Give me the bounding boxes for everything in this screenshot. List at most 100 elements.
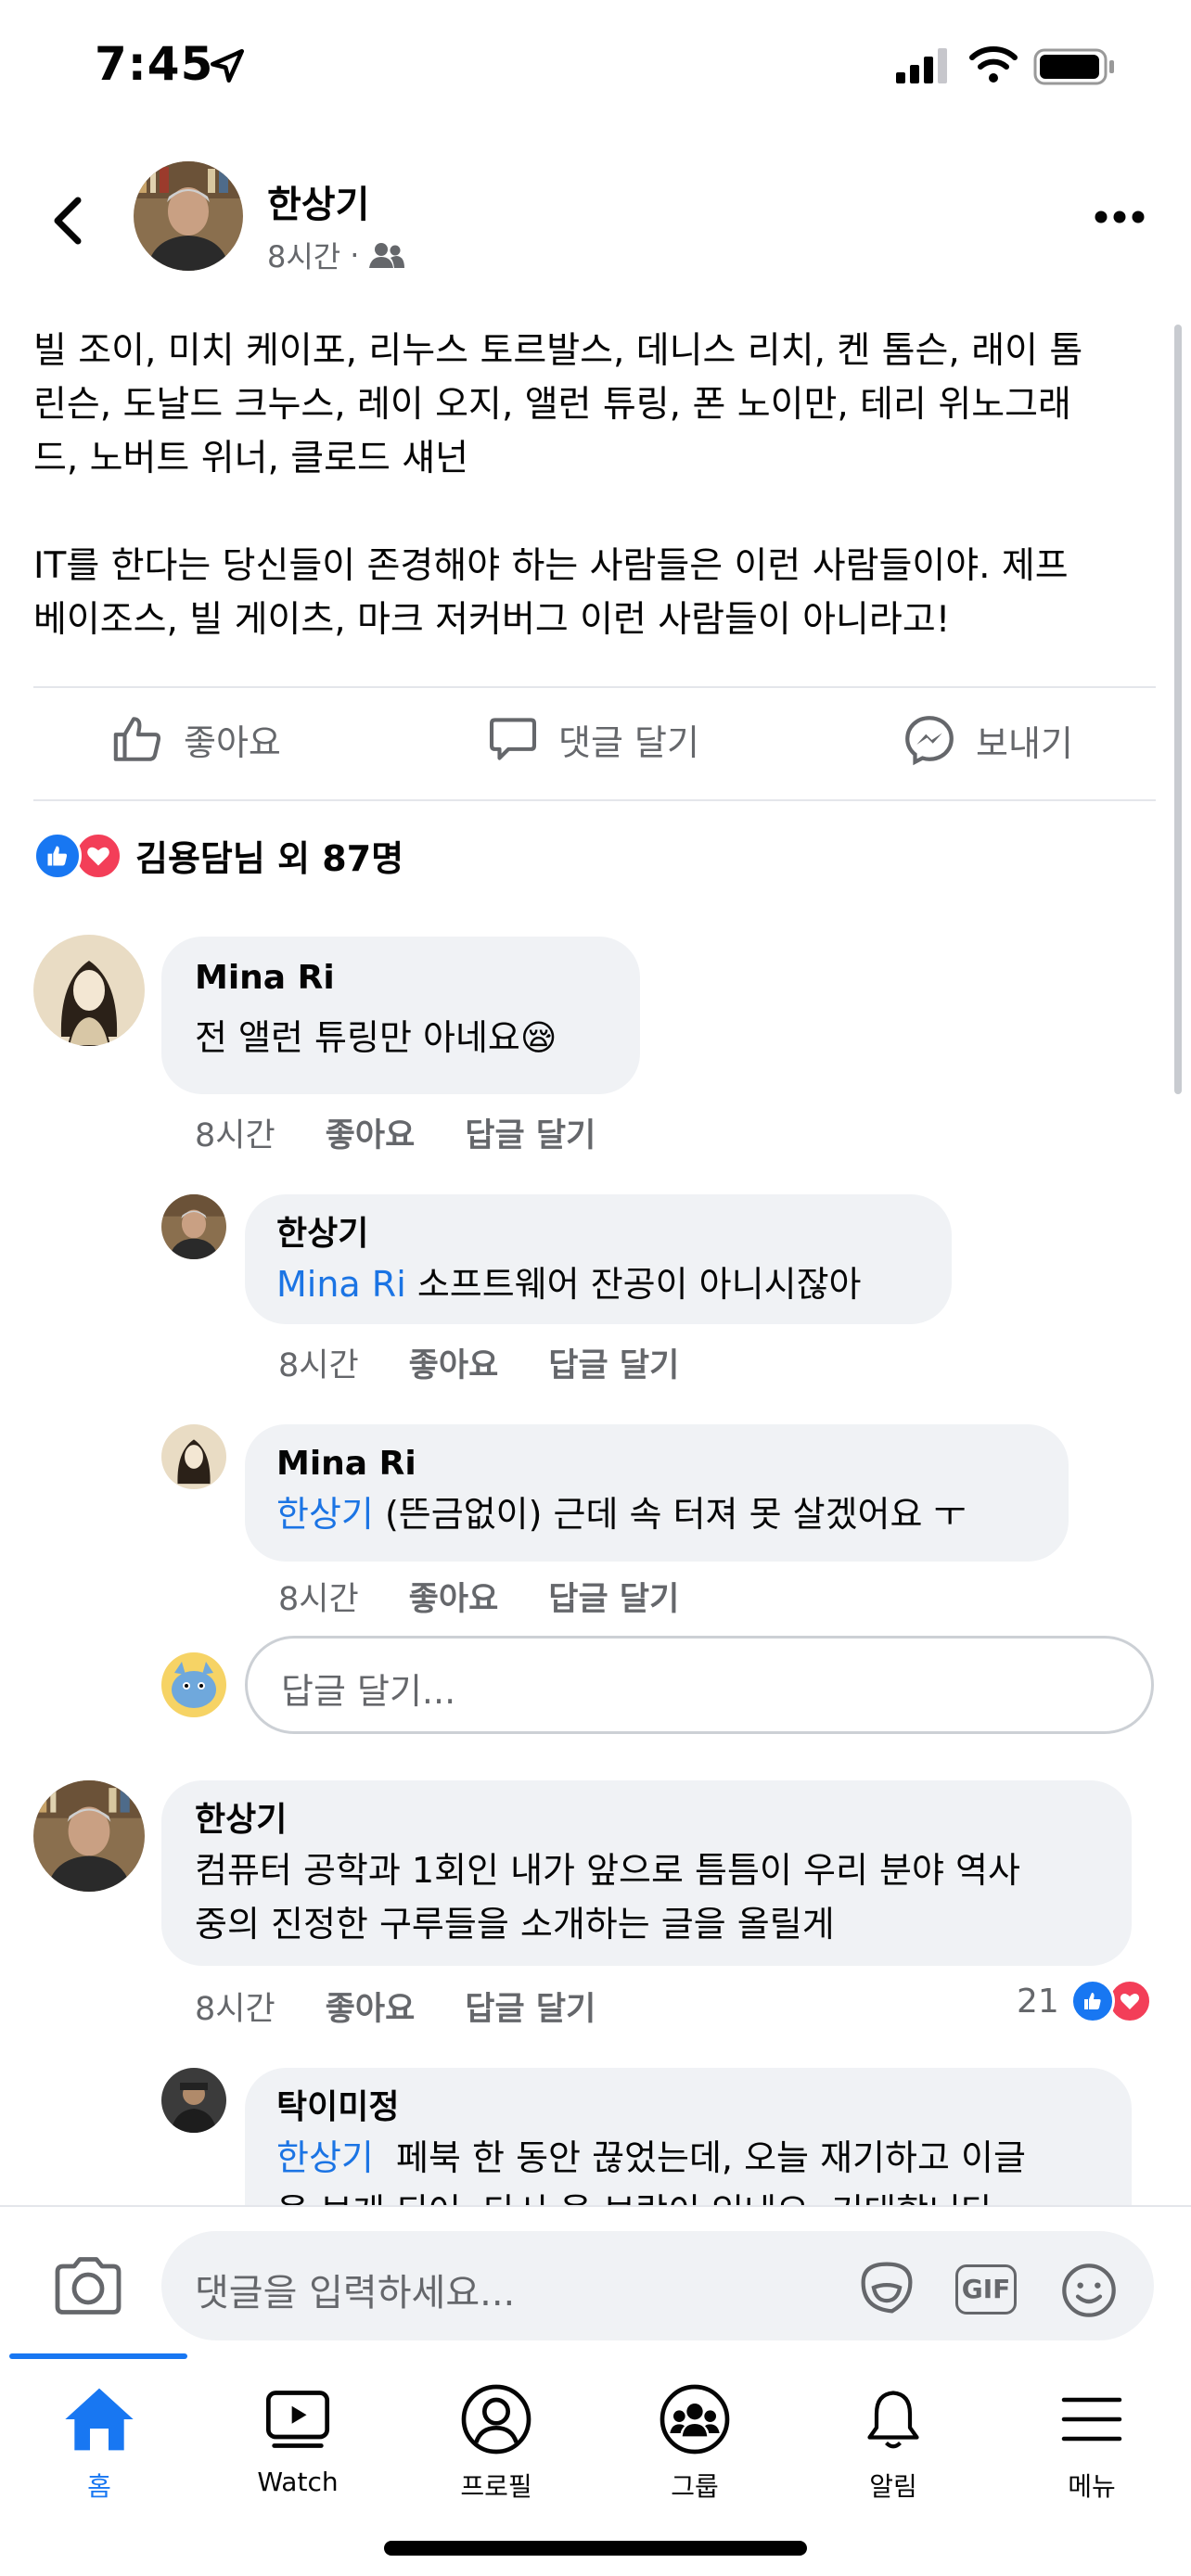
- tab-groups[interactable]: 그룹: [596, 2379, 794, 2504]
- author-name[interactable]: 한상기: [267, 174, 369, 228]
- reply-avatar[interactable]: [161, 1194, 226, 1259]
- sticker-icon[interactable]: [855, 2259, 918, 2316]
- commenter-avatar[interactable]: [33, 935, 145, 1046]
- comment-composer: 댓글을 입력하세요... GIF: [0, 2205, 1191, 2353]
- tab-label: 프로필: [460, 2471, 532, 2502]
- comment-bubble[interactable]: Mina Ri 전 앨런 튜링만 아네요😪: [161, 937, 640, 1094]
- reply-author[interactable]: 탁이미정: [276, 2085, 1100, 2131]
- tab-label: 메뉴: [1068, 2471, 1116, 2502]
- commenter-avatar[interactable]: [33, 1780, 145, 1892]
- scrollbar[interactable]: [1174, 325, 1182, 1094]
- status-bar: 7:45: [0, 0, 1191, 139]
- comment-author[interactable]: 한상기: [195, 1797, 1098, 1843]
- comment-text: 전 앨런 튜링만 아네요😪: [195, 1017, 557, 1058]
- thumbs-up-icon: [113, 717, 161, 761]
- home-indicator: [384, 2541, 807, 2556]
- tab-watch[interactable]: Watch: [198, 2379, 397, 2497]
- reply-time: 8시간: [278, 1347, 359, 1384]
- mention-link[interactable]: 한상기: [276, 2137, 374, 2178]
- like-reaction-icon: [33, 831, 82, 880]
- comment-time: 8시간: [195, 1117, 275, 1154]
- menu-icon: [992, 2379, 1191, 2459]
- battery-icon: [1033, 48, 1114, 85]
- divider: [33, 799, 1156, 801]
- comment-label: 댓글 달기: [558, 721, 699, 763]
- tab-notifications[interactable]: 알림: [794, 2379, 992, 2504]
- comment-input-placeholder: 댓글을 입력하세요...: [195, 2272, 516, 2315]
- active-tab-indicator: [9, 2353, 187, 2359]
- reply-bubble[interactable]: Mina Ri 한상기 (뜬금없이) 근데 속 터져 못 살겠어요 ㅜ: [245, 1424, 1069, 1562]
- location-arrow-icon: [210, 48, 245, 83]
- post-meta: 8시간 ·: [267, 234, 405, 276]
- groups-icon: [596, 2379, 794, 2459]
- post-header: 한상기 8시간 ·: [0, 158, 1191, 278]
- comment-like-button[interactable]: 좋아요: [326, 1983, 416, 2030]
- tab-profile[interactable]: 프로필: [397, 2379, 596, 2504]
- reply-like-button[interactable]: 좋아요: [409, 1573, 499, 1620]
- comment-reply-button[interactable]: 답글 달기: [465, 1109, 596, 1156]
- comment-like-button[interactable]: 좋아요: [326, 1109, 416, 1156]
- mention-link[interactable]: Mina Ri: [276, 1264, 406, 1305]
- like-label: 좋아요: [184, 721, 281, 763]
- comment-button[interactable]: 댓글 달기: [486, 712, 699, 766]
- reply-like-button[interactable]: 좋아요: [409, 1339, 499, 1386]
- reply-body: 소프트웨어 잔공이 아니시잖아: [405, 1264, 862, 1305]
- reply-body: (뜬금없이) 근데 속 터져 못 살겠어요 ㅜ: [373, 1494, 967, 1535]
- tab-label: 홈: [87, 2471, 111, 2502]
- reply-avatar[interactable]: [161, 2068, 226, 2133]
- author-avatar[interactable]: [134, 161, 243, 271]
- reply-meta: 8시간 좋아요 답글 달기: [278, 1339, 679, 1386]
- comment-meta: 8시간 좋아요 답글 달기: [195, 1983, 596, 2030]
- reply-author[interactable]: Mina Ri: [276, 1441, 1037, 1487]
- profile-icon: [397, 2379, 596, 2459]
- paragraph-spacer: [33, 486, 1156, 540]
- reply-input-placeholder: 답글 달기...: [281, 1671, 456, 1712]
- comment-text: 컴퓨터 공학과 1회인 내가 앞으로 틈틈이 우리 분야 역사 중의 진정한 구…: [195, 1850, 1020, 1945]
- like-button[interactable]: 좋아요: [111, 712, 281, 766]
- send-label: 보내기: [976, 722, 1073, 764]
- comment-author[interactable]: Mina Ri: [195, 955, 607, 1001]
- tab-label: 알림: [869, 2471, 917, 2502]
- comment-reaction-count[interactable]: 21: [1017, 1979, 1152, 2023]
- comment-input[interactable]: 댓글을 입력하세요... GIF: [161, 2231, 1154, 2340]
- comment-time: 8시간: [195, 1991, 275, 2028]
- reply-time: 8시간: [278, 1581, 359, 1618]
- comment-reply-button[interactable]: 답글 달기: [465, 1983, 596, 2030]
- friends-audience-icon[interactable]: [368, 241, 405, 269]
- post-text-paragraph-2: IT를 한다는 당신들이 존경해야 하는 사람들은 이런 사람들이야. 제프 베…: [33, 545, 1069, 641]
- send-button[interactable]: 보내기: [902, 712, 1073, 768]
- tab-label: Watch: [257, 2467, 339, 2497]
- back-arrow-icon[interactable]: [45, 193, 91, 249]
- tab-menu[interactable]: 메뉴: [992, 2379, 1191, 2504]
- my-avatar: [161, 1652, 226, 1717]
- reply-text: Mina Ri 소프트웨어 잔공이 아니시잖아: [276, 1257, 920, 1311]
- status-time: 7:45: [95, 37, 214, 91]
- reply-avatar[interactable]: [161, 1424, 226, 1489]
- comment-meta: 8시간 좋아요 답글 달기: [195, 1109, 596, 1156]
- mention-link[interactable]: 한상기: [276, 1494, 374, 1535]
- watch-icon: [198, 2379, 397, 2459]
- emoji-icon[interactable]: [1059, 2261, 1119, 2320]
- comment-bubble-icon: [489, 718, 537, 760]
- home-icon: [0, 2379, 198, 2459]
- reply-author[interactable]: 한상기: [276, 1211, 920, 1257]
- reply-reply-button[interactable]: 답글 달기: [548, 1339, 679, 1386]
- reply-meta: 8시간 좋아요 답글 달기: [278, 1573, 679, 1620]
- tab-home[interactable]: 홈: [0, 2379, 198, 2504]
- camera-icon[interactable]: [52, 2255, 124, 2316]
- reply-bubble[interactable]: 한상기 Mina Ri 소프트웨어 잔공이 아니시잖아: [245, 1194, 952, 1324]
- reply-reply-button[interactable]: 답글 달기: [548, 1573, 679, 1620]
- comment-bubble[interactable]: 한상기 컴퓨터 공학과 1회인 내가 앞으로 틈틈이 우리 분야 역사 중의 진…: [161, 1780, 1132, 1966]
- post-text-paragraph-1: 빌 조이, 미치 케이포, 리누스 토르발스, 데니스 리치, 켄 톰슨, 래이…: [33, 330, 1083, 479]
- reply-text: 한상기 (뜬금없이) 근데 속 터져 못 살겠어요 ㅜ: [276, 1487, 1037, 1541]
- tab-label: 그룹: [671, 2471, 719, 2502]
- bell-icon: [794, 2379, 992, 2459]
- reply-input[interactable]: 답글 달기...: [245, 1636, 1154, 1734]
- reactions-summary[interactable]: 김용담님 외 87명: [33, 830, 403, 881]
- post-time[interactable]: 8시간: [267, 234, 340, 276]
- like-reaction-icon: [1069, 1979, 1115, 2023]
- gif-button[interactable]: GIF: [955, 2264, 1017, 2315]
- reactions-text: 김용담님 외 87명: [135, 838, 404, 879]
- more-options-icon[interactable]: [1095, 206, 1145, 228]
- reaction-count-number: 21: [1017, 1982, 1059, 2021]
